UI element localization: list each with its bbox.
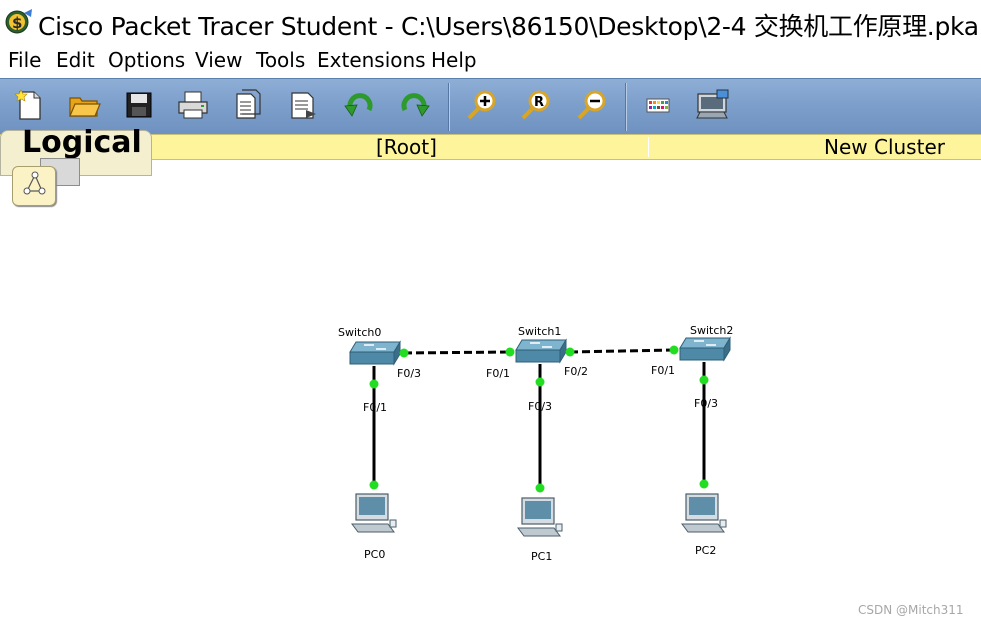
menu-extensions[interactable]: Extensions	[317, 48, 426, 72]
port-indicator	[669, 345, 679, 355]
switch1[interactable]	[515, 338, 567, 364]
activity-wizard-icon[interactable]	[231, 88, 265, 122]
custom-device-dialog-icon[interactable]	[695, 88, 731, 122]
redo-icon[interactable]	[397, 88, 431, 122]
menu-help[interactable]: Help	[431, 48, 477, 72]
link-sw1-sw2[interactable]	[569, 348, 675, 354]
logical-workspace[interactable]	[0, 160, 981, 625]
open-folder-icon[interactable]	[67, 88, 101, 122]
port-indicator	[369, 379, 379, 389]
port-indicator	[699, 479, 709, 489]
zoom-reset-icon[interactable]: R	[519, 88, 553, 122]
switch2-label: Switch2	[690, 324, 734, 337]
pc1[interactable]	[517, 497, 563, 537]
port-label-sw2-f03: F0/3	[694, 397, 719, 410]
svg-text:$: $	[12, 14, 22, 32]
switch2[interactable]	[679, 336, 731, 362]
zoom-in-icon[interactable]	[465, 88, 499, 122]
svg-text:R: R	[534, 95, 544, 110]
new-cluster-button[interactable]: New Cluster	[824, 135, 945, 159]
pc1-label: PC1	[531, 550, 553, 563]
packet-tracer-logo-icon: $	[5, 9, 32, 34]
menu-file[interactable]: File	[8, 48, 41, 72]
switch0-label: Switch0	[338, 326, 382, 339]
main-toolbar: R	[0, 78, 981, 135]
menu-options[interactable]: Options	[108, 48, 185, 72]
zoom-out-icon[interactable]	[575, 88, 609, 122]
menu-edit[interactable]: Edit	[56, 48, 95, 72]
pc0-label: PC0	[364, 548, 386, 561]
port-label-sw1-f01: F0/1	[486, 367, 511, 380]
menu-view[interactable]: View	[195, 48, 242, 72]
toolbar-separator	[448, 83, 450, 131]
pc2-label: PC2	[695, 544, 717, 557]
root-breadcrumb[interactable]: [Root]	[376, 135, 437, 159]
print-icon[interactable]	[176, 88, 210, 122]
save-icon[interactable]	[122, 88, 156, 122]
title-bar: $ Cisco Packet Tracer Student - C:\Users…	[0, 0, 981, 44]
bar-separator	[648, 137, 649, 157]
window-title: Cisco Packet Tracer Student - C:\Users\8…	[38, 12, 979, 41]
undo-icon[interactable]	[343, 88, 377, 122]
pc0[interactable]	[351, 493, 397, 533]
port-label-sw1-f02: F0/2	[564, 365, 589, 378]
port-indicator	[505, 347, 515, 357]
port-label-sw0-f03: F0/3	[397, 367, 422, 380]
watermark: CSDN @Mitch311	[858, 603, 964, 617]
workspace-mode-label: Logical	[22, 125, 142, 160]
port-label-sw2-f01: F0/1	[651, 364, 676, 377]
new-icon[interactable]	[13, 88, 47, 122]
switch1-label: Switch1	[518, 325, 562, 338]
port-indicator	[699, 375, 709, 385]
port-indicator	[369, 480, 379, 490]
port-indicator	[535, 377, 545, 387]
port-label-sw0-f01: F0/1	[363, 401, 388, 414]
toolbar-separator	[625, 83, 627, 131]
custom-device-icon[interactable]	[286, 88, 320, 122]
menu-bar: File Edit Options View Tools Extensions …	[0, 46, 981, 74]
port-indicator	[535, 483, 545, 493]
port-label-sw1-f03: F0/3	[528, 400, 553, 413]
link-sw0-sw1[interactable]	[403, 350, 511, 355]
menu-tools[interactable]: Tools	[256, 48, 305, 72]
palette-icon[interactable]	[641, 88, 675, 122]
port-indicator	[565, 347, 575, 357]
switch0[interactable]	[349, 340, 401, 366]
port-indicator	[399, 348, 409, 358]
pc2[interactable]	[681, 493, 727, 533]
